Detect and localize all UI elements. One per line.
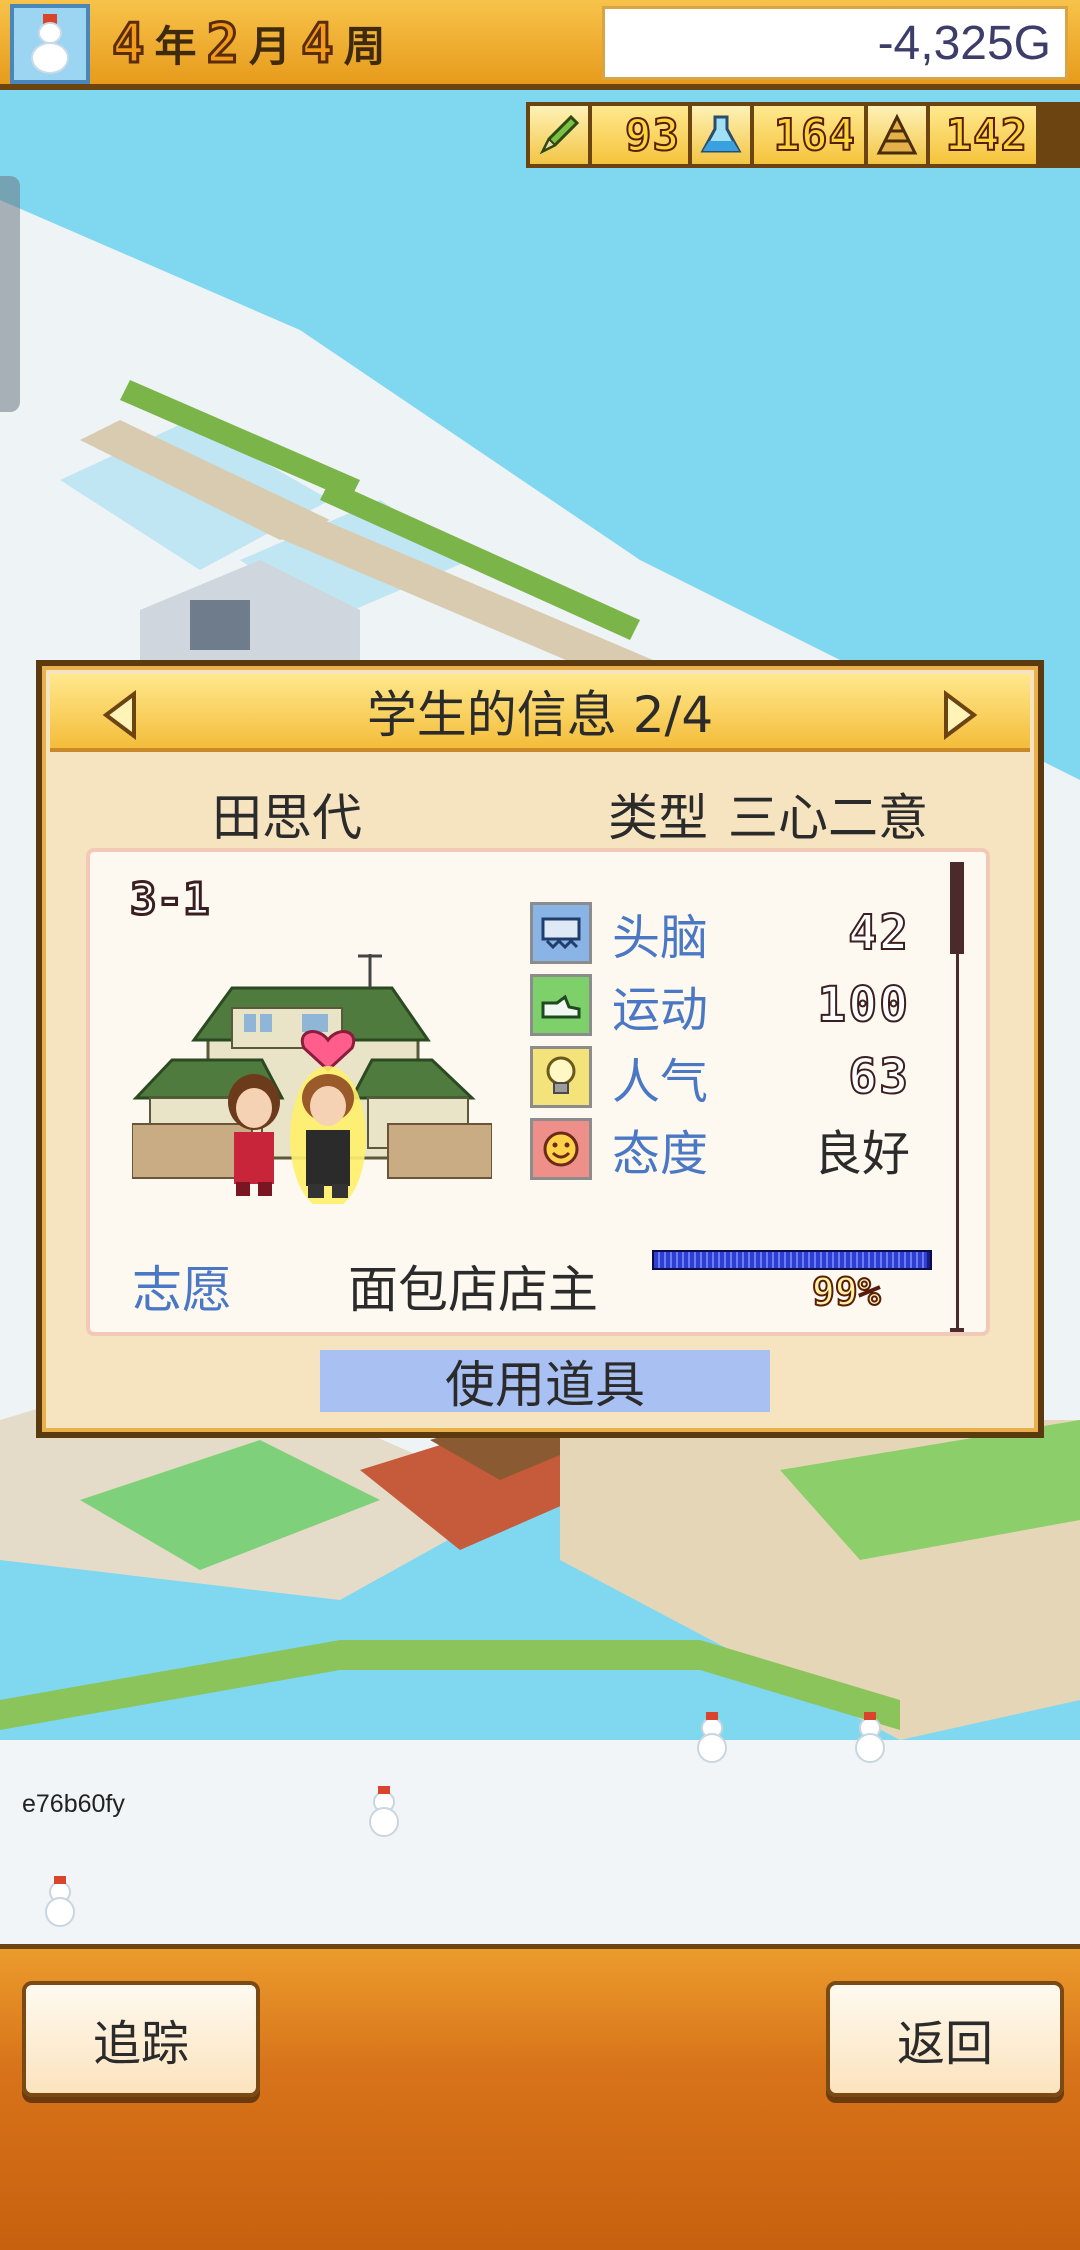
stat-label-attitude: 态度 (612, 1126, 709, 1182)
stat-value-popularity: 63 (847, 1048, 910, 1106)
use-item-button[interactable]: 使用道具 (320, 1350, 770, 1414)
house-couple-illustration (132, 954, 492, 1204)
next-student-arrow-icon[interactable] (938, 690, 982, 740)
bottom-bar: 追踪 返回 (0, 1944, 1080, 2250)
resource-bar: 93 164 142 (526, 102, 1080, 168)
stat-label-popularity: 人气 (612, 1054, 709, 1110)
year-unit: 年 (154, 21, 197, 71)
month-unit: 月 (249, 21, 292, 71)
week-unit: 周 (343, 21, 386, 71)
snowman-icon (10, 4, 90, 84)
scroll-track-end (950, 1328, 964, 1332)
student-type: 类型 三心二意 (608, 778, 928, 850)
scroll-thumb[interactable] (950, 862, 964, 954)
aspiration-label: 志愿 (132, 1261, 232, 1319)
dialog-header: 学生的信息 2/4 (50, 674, 1030, 752)
stat-row-sports: 运动 100 (530, 974, 910, 1038)
knowledge-points: 93 (592, 106, 688, 164)
aspiration-progress-fill (654, 1252, 928, 1268)
info-scrollbar[interactable] (950, 862, 964, 1332)
dialog-title: 学生的信息 2/4 (366, 686, 714, 744)
week-number: 4 (300, 10, 335, 76)
class-label: 3-1 (128, 873, 211, 927)
stat-label-brain: 头脑 (612, 910, 709, 966)
aspiration-percent: 99% (811, 1269, 882, 1315)
money-display: -4,325G (602, 6, 1068, 80)
type-label: 类型 (608, 789, 708, 847)
pyramid-icon (868, 106, 926, 164)
stat-value-brain: 42 (847, 904, 910, 962)
track-button[interactable]: 追踪 (22, 1981, 260, 2097)
game-date: 4 年 2 月 4 周 (111, 10, 386, 76)
stat-row-popularity: 人气 63 (530, 1046, 910, 1110)
brain-icon (530, 902, 592, 964)
stat-row-attitude: 态度 良好 (530, 1118, 910, 1182)
type-value: 三心二意 (728, 789, 928, 847)
pencil-icon (530, 106, 588, 164)
top-bar: 4 年 2 月 4 周 -4,325G (0, 0, 1080, 90)
back-button[interactable]: 返回 (826, 1981, 1064, 2097)
month-number: 2 (205, 10, 240, 76)
stat-row-brain: 头脑 42 (530, 902, 910, 966)
lightbulb-icon (530, 1046, 592, 1108)
student-info-panel: 3-1 头脑 42 运动 100 人气 63 态度 良好 志愿 面包店店主 99… (86, 848, 990, 1336)
research-points: 164 (754, 106, 864, 164)
year-number: 4 (111, 10, 146, 76)
stat-value-attitude: 良好 (813, 1126, 910, 1182)
construction-points: 142 (930, 106, 1036, 164)
sneaker-icon (530, 974, 592, 1036)
aspiration-value: 面包店店主 (348, 1261, 598, 1319)
smiley-icon (530, 1118, 592, 1180)
previous-student-arrow-icon[interactable] (98, 690, 142, 740)
flask-icon (692, 106, 750, 164)
side-drawer-handle[interactable] (0, 176, 20, 412)
stat-label-sports: 运动 (612, 982, 709, 1038)
student-name: 田思代 (212, 789, 362, 847)
aspiration-progress-bar (652, 1250, 932, 1270)
stat-value-sports: 100 (816, 976, 910, 1034)
watermark-text: e76b60fy (22, 1790, 125, 1818)
student-info-dialog: 学生的信息 2/4 田思代 类型 三心二意 3-1 头脑 42 运动 100 人… (36, 660, 1044, 1438)
